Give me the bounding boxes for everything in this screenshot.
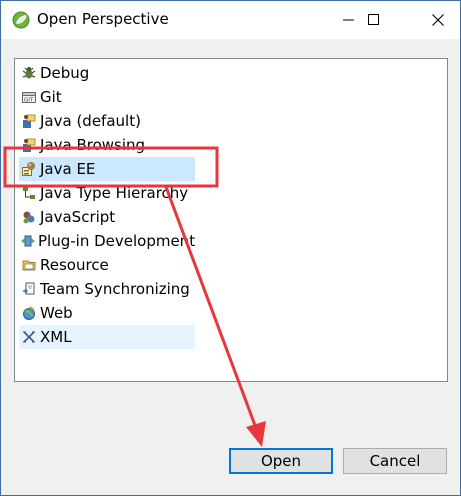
svg-text:GIT: GIT <box>24 98 34 104</box>
list-item-label: JavaScript <box>40 208 116 226</box>
list-item-label: Web <box>40 304 73 322</box>
cancel-button[interactable]: Cancel <box>343 448 447 474</box>
list-item-label: Git <box>40 88 62 106</box>
list-item-javascript[interactable]: JavaScript <box>19 205 195 229</box>
list-item-web[interactable]: Web <box>19 301 195 325</box>
java-icon <box>20 112 38 130</box>
list-item-git[interactable]: GIT Git <box>19 85 195 109</box>
list-item-team-synchronizing[interactable]: Team Synchronizing <box>19 277 195 301</box>
list-item-java-type-hierarchy[interactable]: Java Type Hierarchy <box>19 181 195 205</box>
web-icon <box>20 304 38 322</box>
list-item-java-ee[interactable]: Java EE <box>19 157 195 181</box>
window-title: Open Perspective <box>37 10 169 28</box>
list-item-label: Team Synchronizing <box>40 280 190 298</box>
perspective-list[interactable]: Debug GIT Git Java (default) Java Browsi… <box>14 58 448 382</box>
list-item-label: Java Type Hierarchy <box>40 184 189 202</box>
javascript-icon <box>20 208 38 226</box>
open-button[interactable]: Open <box>229 448 333 474</box>
close-button[interactable] <box>415 1 460 39</box>
git-icon: GIT <box>20 88 38 106</box>
list-item-label: XML <box>40 328 72 346</box>
list-item-label: Debug <box>40 64 90 82</box>
list-item-label: Java (default) <box>40 112 141 130</box>
team-sync-icon <box>20 280 38 298</box>
close-icon <box>431 14 444 26</box>
xml-icon <box>20 328 38 346</box>
list-item-plugin-development[interactable]: Plug-in Development <box>19 229 195 253</box>
eclipse-spring-icon <box>12 11 30 29</box>
java-browsing-icon <box>20 136 38 154</box>
list-item-java-browsing[interactable]: Java Browsing <box>19 133 195 157</box>
maximize-button[interactable] <box>351 1 396 39</box>
list-item-resource[interactable]: Resource <box>19 253 195 277</box>
plugin-icon <box>20 232 36 250</box>
dialog-content: Debug GIT Git Java (default) Java Browsi… <box>1 39 460 495</box>
title-bar[interactable]: Open Perspective <box>1 1 460 39</box>
maximize-icon <box>367 14 379 25</box>
list-item-label: Java Browsing <box>40 136 146 154</box>
open-perspective-dialog: Open Perspective Debug GIT Git Java (def… <box>0 0 461 496</box>
list-item-label: Java EE <box>40 160 96 178</box>
list-item-java-default[interactable]: Java (default) <box>19 109 195 133</box>
type-hierarchy-icon <box>20 184 38 202</box>
list-item-label: Plug-in Development <box>38 232 196 250</box>
java-ee-icon <box>20 160 38 178</box>
debug-icon <box>20 64 38 82</box>
list-item-xml[interactable]: XML <box>19 325 195 349</box>
list-item-debug[interactable]: Debug <box>19 61 195 85</box>
list-item-label: Resource <box>40 256 109 274</box>
resource-icon <box>20 256 38 274</box>
